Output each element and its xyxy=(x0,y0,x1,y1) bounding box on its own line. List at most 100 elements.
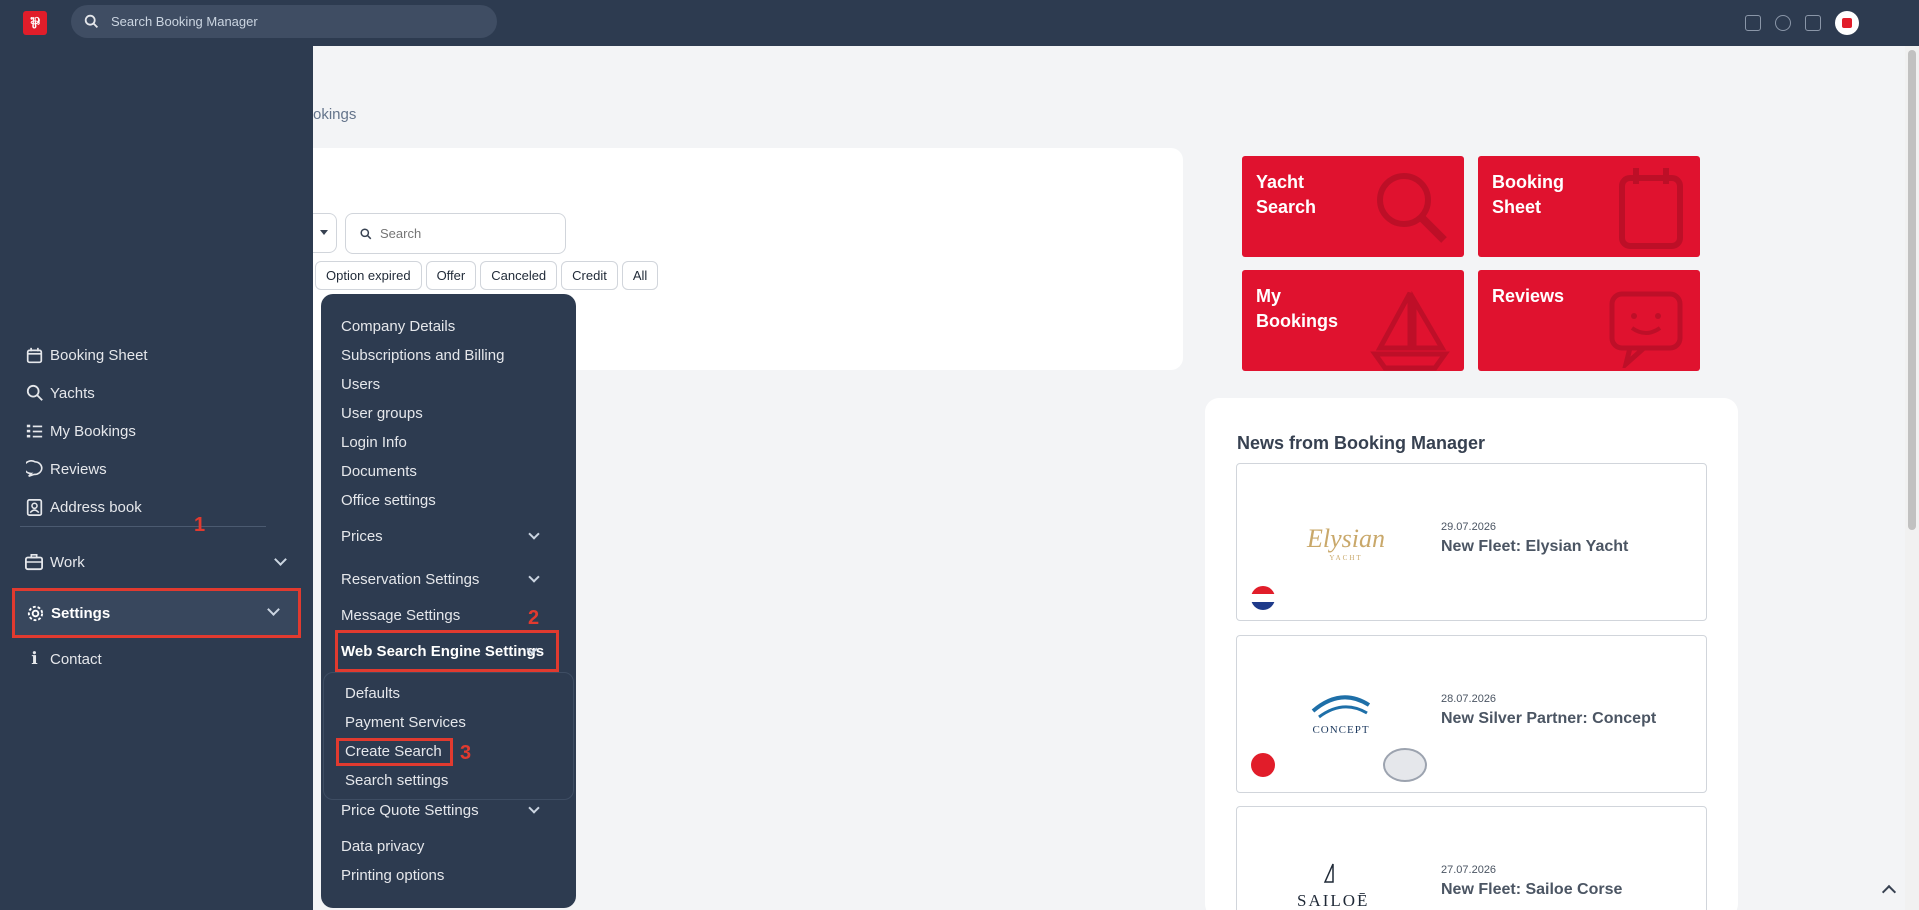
flag-icon xyxy=(1251,586,1275,610)
top-bar: ⅌ xyxy=(0,0,1919,46)
chevron-down-icon[interactable] xyxy=(274,553,287,566)
sidebar-item-my-bookings[interactable]: My Bookings xyxy=(25,412,285,450)
global-search[interactable] xyxy=(71,5,497,38)
sidebar: Booking Sheet Yachts My Bookings Reviews… xyxy=(0,46,313,910)
menu-item-message-settings[interactable]: Message Settings xyxy=(341,607,460,624)
filter-chip-option-expired[interactable]: Option expired xyxy=(315,261,422,290)
news-date: 28.07.2026 xyxy=(1441,693,1497,705)
tile-yacht-search[interactable]: Yacht Search xyxy=(1242,156,1464,257)
sidebar-divider xyxy=(20,526,266,527)
chevron-down-icon[interactable] xyxy=(528,802,540,814)
sailboat-icon xyxy=(1370,290,1450,371)
menu-item-reservation-settings[interactable]: Reservation Settings xyxy=(341,571,479,588)
status-filter-chips: Option expired Offer Canceled Credit All xyxy=(315,261,659,290)
news-title[interactable]: New Fleet: Sailoe Corse xyxy=(1441,881,1622,899)
sidebar-item-address-book[interactable]: Address book xyxy=(25,488,285,526)
sidebar-item-label: Booking Sheet xyxy=(50,346,148,364)
news-title[interactable]: New Silver Partner: Concept xyxy=(1441,710,1656,728)
news-logo-text: YACHT xyxy=(1329,554,1363,562)
sidebar-item-label: Work xyxy=(50,553,85,571)
flag-icon xyxy=(1251,753,1275,777)
submenu-item-payment-services[interactable]: Payment Services xyxy=(345,714,466,731)
avatar[interactable] xyxy=(1835,11,1859,35)
news-panel: News from Booking Manager Elysian YACHT … xyxy=(1205,398,1738,910)
global-search-input[interactable] xyxy=(111,14,471,29)
calendar-icon[interactable] xyxy=(1745,15,1761,31)
bookings-search-input[interactable] xyxy=(380,226,560,241)
status-select[interactable] xyxy=(313,213,337,253)
menu-item-login-info[interactable]: Login Info xyxy=(341,434,407,451)
menu-item-label: Web Search Engine Settings xyxy=(341,642,545,660)
submenu-item-search-settings[interactable]: Search settings xyxy=(345,772,448,789)
scroll-to-top-icon[interactable] xyxy=(1881,884,1897,900)
menu-item-user-groups[interactable]: User groups xyxy=(341,405,423,422)
chevron-down-icon[interactable] xyxy=(528,571,540,583)
filter-chip-credit[interactable]: Credit xyxy=(561,261,618,290)
gear-icon[interactable] xyxy=(1775,15,1791,31)
sidebar-item-booking-sheet[interactable]: Booking Sheet xyxy=(25,336,285,374)
info-icon: ℹ xyxy=(31,649,38,668)
menu-item-documents[interactable]: Documents xyxy=(341,463,417,480)
contact-book-icon xyxy=(25,498,44,517)
news-card[interactable]: Elysian YACHT 29.07.2026 New Fleet: Elys… xyxy=(1236,463,1707,621)
wave-logo-icon xyxy=(1311,695,1371,719)
menu-item-data-privacy[interactable]: Data privacy xyxy=(341,838,424,855)
menu-item-web-search-engine-settings[interactable]: Web Search Engine Settings xyxy=(335,630,559,672)
search-icon xyxy=(360,227,372,239)
sidebar-item-work[interactable]: Work xyxy=(25,543,287,581)
menu-item-prices[interactable]: Prices xyxy=(341,528,383,545)
breadcrumb[interactable]: okings xyxy=(313,106,356,123)
chat-icon xyxy=(25,460,44,479)
calendar-icon xyxy=(25,346,44,365)
sidebar-item-contact[interactable]: ℹ Contact xyxy=(25,640,102,678)
sidebar-item-reviews[interactable]: Reviews xyxy=(25,450,285,488)
sidebar-item-label: Address book xyxy=(50,498,142,516)
news-logo-text: CONCEPT xyxy=(1312,724,1370,736)
filter-chip-canceled[interactable]: Canceled xyxy=(480,261,558,290)
submenu-item-defaults[interactable]: Defaults xyxy=(345,685,400,702)
tile-reviews[interactable]: Reviews xyxy=(1478,270,1700,371)
news-logo-elysian: Elysian YACHT xyxy=(1307,524,1385,562)
menu-item-office-settings[interactable]: Office settings xyxy=(341,492,436,509)
bag-icon[interactable] xyxy=(1805,15,1821,31)
news-logo-text: SAILOĒ xyxy=(1297,891,1370,910)
sidebar-item-label: Contact xyxy=(50,650,102,668)
menu-item-company-details[interactable]: Company Details xyxy=(341,318,455,335)
news-logo-text: Elysian xyxy=(1307,524,1385,553)
annotation-marker-2: 2 xyxy=(528,607,540,629)
chevron-down-icon[interactable] xyxy=(267,603,280,616)
news-date: 27.07.2026 xyxy=(1441,864,1497,876)
app-logo[interactable]: ⅌ xyxy=(23,11,47,35)
sidebar-item-label: Settings xyxy=(51,604,111,622)
sidebar-item-label: Reviews xyxy=(50,460,107,478)
menu-item-subscriptions-billing[interactable]: Subscriptions and Billing xyxy=(341,347,504,364)
tile-booking-sheet[interactable]: Booking Sheet xyxy=(1478,156,1700,257)
page-scrollbar[interactable] xyxy=(1905,46,1919,910)
annotation-marker-1: 1 xyxy=(194,514,206,536)
menu-item-price-quote-settings[interactable]: Price Quote Settings xyxy=(341,802,479,819)
sidebar-item-yachts[interactable]: Yachts xyxy=(25,374,285,412)
submenu-item-create-search[interactable]: Create Search xyxy=(345,743,442,760)
settings-menu: Company Details Subscriptions and Billin… xyxy=(321,294,576,908)
magnifier-icon xyxy=(1377,173,1447,243)
chevron-down-icon[interactable] xyxy=(528,528,540,540)
calendar-icon xyxy=(1619,168,1683,249)
scrollbar-thumb[interactable] xyxy=(1908,50,1916,530)
sidebar-item-label: My Bookings xyxy=(50,422,136,440)
news-date: 29.07.2026 xyxy=(1441,521,1497,533)
sidebar-item-settings[interactable]: Settings xyxy=(12,588,301,638)
annotation-marker-3: 3 xyxy=(460,742,472,764)
menu-item-users[interactable]: Users xyxy=(341,376,380,393)
tile-my-bookings[interactable]: My Bookings xyxy=(1242,270,1464,371)
briefcase-icon xyxy=(25,553,44,572)
menu-item-printing-options[interactable]: Printing options xyxy=(341,867,444,884)
news-card[interactable]: CONCEPT 28.07.2026 New Silver Partner: C… xyxy=(1236,635,1707,793)
sidebar-item-label: Yachts xyxy=(50,384,95,402)
gear-icon xyxy=(26,604,45,623)
filter-chip-all[interactable]: All xyxy=(621,261,659,290)
filter-chip-offer[interactable]: Offer xyxy=(425,261,477,290)
news-card[interactable]: SAILOĒ 27.07.2026 New Fleet: Sailoe Cors… xyxy=(1236,806,1707,910)
news-title[interactable]: New Fleet: Elysian Yacht xyxy=(1441,538,1628,556)
bookings-search[interactable] xyxy=(345,213,566,254)
partner-badge-icon xyxy=(1383,748,1427,782)
